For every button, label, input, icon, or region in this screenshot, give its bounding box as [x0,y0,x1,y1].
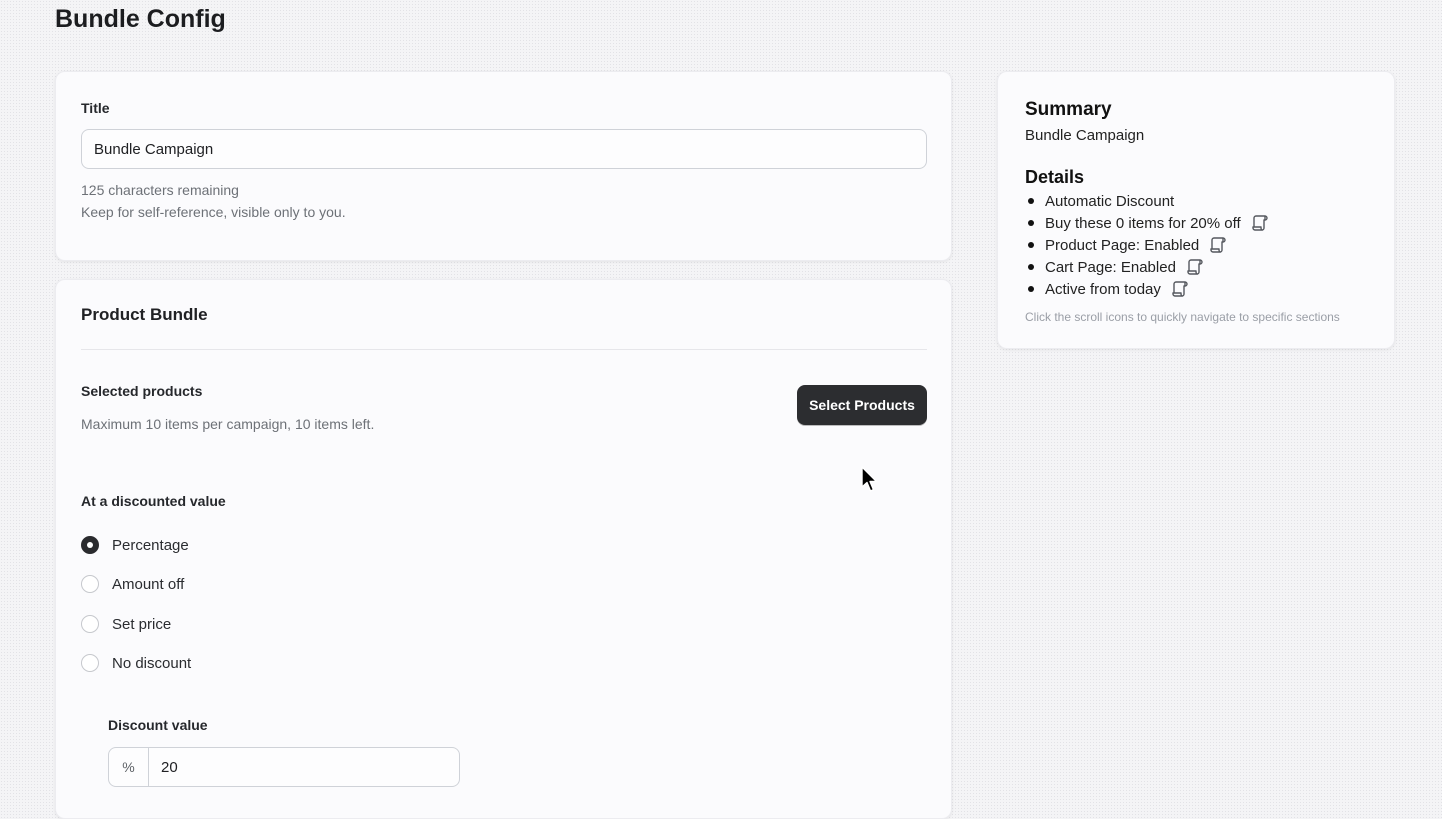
radio-button[interactable] [81,615,99,633]
bullet [1028,242,1034,248]
select-products-button[interactable]: Select Products [797,385,927,425]
summary-card: Summary Bundle Campaign Details Automati… [997,71,1395,349]
characters-remaining-text: 125 characters remaining [81,182,239,198]
radio-no-discount[interactable]: No discount [81,652,191,674]
scroll-icon[interactable] [1208,235,1228,255]
product-bundle-title: Product Bundle [81,305,208,324]
radio-amount-off[interactable]: Amount off [81,573,184,595]
bullet [1028,264,1034,270]
detail-text: Product Page: Enabled [1045,236,1200,254]
list-item: Product Page: Enabled [1025,234,1270,256]
list-item: Buy these 0 items for 20% off [1025,212,1270,234]
discount-value-input[interactable] [149,748,459,786]
scroll-icon[interactable] [1250,213,1270,233]
list-item: Automatic Discount [1025,190,1270,212]
list-item: Active from today [1025,278,1270,300]
summary-campaign-name: Bundle Campaign [1025,127,1145,144]
radio-label: Amount off [112,575,185,593]
title-hint-text: Keep for self-reference, visible only to… [81,204,346,220]
radio-label: Percentage [112,536,189,554]
radio-button[interactable] [81,654,99,672]
title-input[interactable] [81,129,927,169]
detail-text: Automatic Discount [1045,192,1175,210]
radio-set-price[interactable]: Set price [81,613,171,635]
radio-percentage[interactable]: Percentage [81,534,189,556]
detail-text: Buy these 0 items for 20% off [1045,214,1241,232]
discount-value-field[interactable]: % [108,747,460,787]
discount-type-label: At a discounted value [81,493,226,509]
section-divider [81,349,927,350]
radio-button-checked[interactable] [81,536,99,554]
summary-title: Summary [1025,99,1112,120]
detail-text: Cart Page: Enabled [1045,258,1176,276]
list-item: Cart Page: Enabled [1025,256,1270,278]
title-card: Title 125 characters remaining Keep for … [55,71,952,261]
bullet [1028,220,1034,226]
bullet [1028,286,1034,292]
scroll-icon[interactable] [1170,279,1190,299]
product-bundle-card: Product Bundle Selected products Maximum… [55,279,952,819]
title-label: Title [81,100,110,116]
summary-hint: Click the scroll icons to quickly naviga… [1025,310,1340,324]
details-title: Details [1025,167,1085,187]
radio-label: No discount [112,654,192,672]
detail-text: Active from today [1045,280,1161,298]
scroll-icon[interactable] [1185,257,1205,277]
selected-products-label: Selected products [81,383,203,399]
percent-prefix: % [109,748,149,786]
radio-label: Set price [112,615,172,633]
discount-value-label: Discount value [108,717,208,733]
mouse-cursor-icon [861,466,878,492]
selected-products-hint: Maximum 10 items per campaign, 10 items … [81,416,375,432]
radio-button[interactable] [81,575,99,593]
bullet [1028,198,1034,204]
details-list: Automatic Discount Buy these 0 items for… [1025,190,1270,300]
page-title: Bundle Config [55,5,226,33]
